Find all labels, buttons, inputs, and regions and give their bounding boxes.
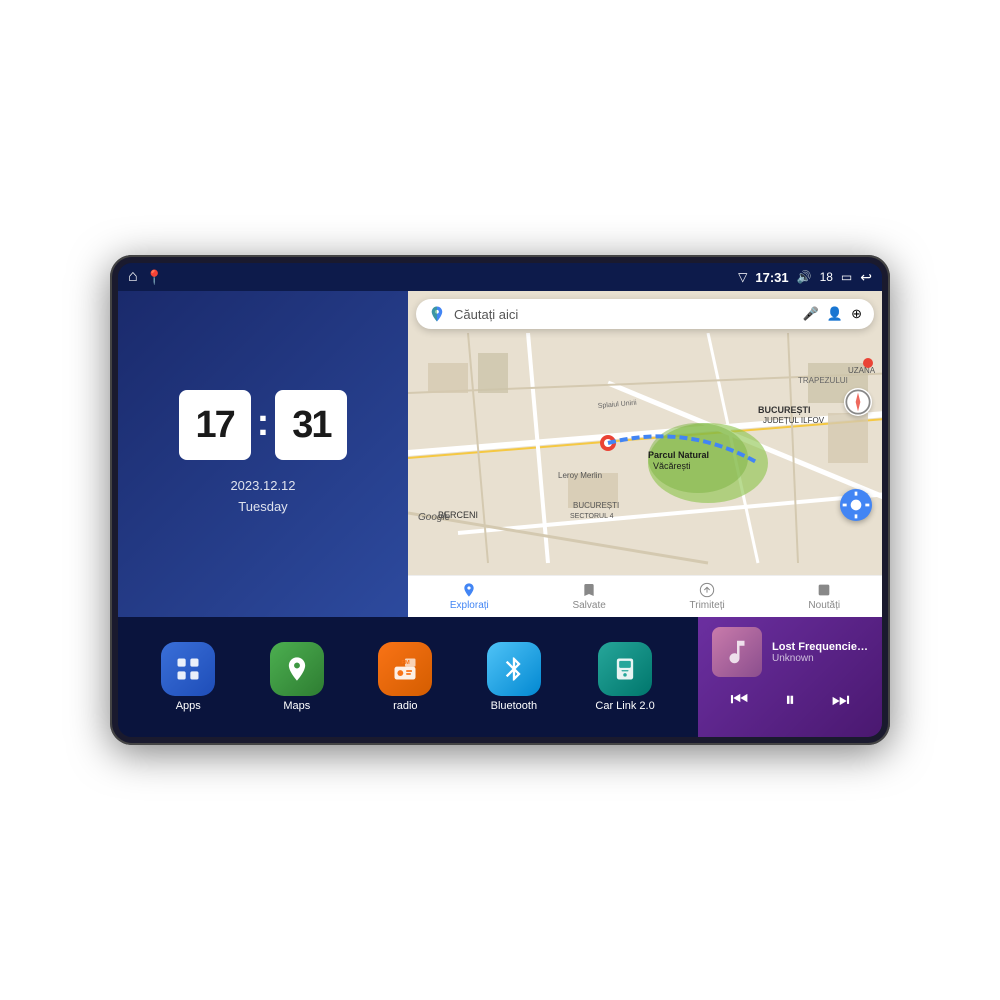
music-controls: ⏮ ⏸ ⏭ xyxy=(712,685,868,716)
svg-text:Leroy Merlin: Leroy Merlin xyxy=(558,471,602,480)
map-area[interactable]: Parcul Natural Văcărești Leroy Merlin BU… xyxy=(408,333,882,573)
status-bar-right: ▽ 17:31 🔊 18 ▭ ↩ xyxy=(738,269,872,286)
radio-icon: FM xyxy=(391,655,419,683)
svg-text:SECTORUL 4: SECTORUL 4 xyxy=(570,513,614,520)
app-icon-maps[interactable]: Maps xyxy=(270,642,324,712)
clock-hour: 17 xyxy=(179,390,251,460)
volume-icon: 🔊 xyxy=(797,270,812,284)
carlink-icon xyxy=(611,655,639,683)
prev-button[interactable]: ⏮ xyxy=(726,685,752,716)
clock-minute: 31 xyxy=(275,390,347,460)
svg-text:FM: FM xyxy=(402,660,411,666)
maps-shortcut-icon[interactable]: 📍 xyxy=(146,269,163,286)
music-title: Lost Frequencies_Janieck Devy-... xyxy=(772,641,868,653)
svg-text:Parcul Natural: Parcul Natural xyxy=(648,450,709,460)
radio-label: radio xyxy=(393,700,417,712)
google-maps-icon xyxy=(428,305,446,323)
device-screen: ⌂ 📍 ▽ 17:31 🔊 18 ▭ ↩ 17 : xyxy=(118,263,882,737)
apps-label: Apps xyxy=(176,700,201,712)
app-icon-apps[interactable]: Apps xyxy=(161,642,215,712)
music-panel: Lost Frequencies_Janieck Devy-... Unknow… xyxy=(698,617,882,737)
status-bar-left: ⌂ 📍 xyxy=(128,268,163,286)
bluetooth-label: Bluetooth xyxy=(491,700,537,712)
map-nav-news-label: Noutăți xyxy=(808,600,840,611)
map-nav-saved[interactable]: Salvate xyxy=(572,582,605,611)
top-section: 17 : 31 2023.12.12 Tuesday xyxy=(118,291,882,617)
account-icon[interactable]: 👤 xyxy=(827,306,843,322)
svg-text:BUCUREȘTI: BUCUREȘTI xyxy=(573,501,619,510)
weekday-value: Tuesday xyxy=(230,497,295,518)
date-value: 2023.12.12 xyxy=(230,476,295,497)
next-button[interactable]: ⏭ xyxy=(828,685,854,716)
map-nav-news[interactable]: Noutăți xyxy=(808,582,840,611)
music-album-art xyxy=(712,627,762,677)
svg-text:TRAPEZULUI: TRAPEZULUI xyxy=(798,376,848,385)
mic-icon[interactable]: 🎤 xyxy=(803,306,819,322)
svg-text:Văcărești: Văcărești xyxy=(653,461,691,471)
signal-icon: ▽ xyxy=(738,270,747,284)
map-nav-explore[interactable]: Explorați xyxy=(450,582,489,611)
carlink-label: Car Link 2.0 xyxy=(595,700,654,712)
battery-level: 18 xyxy=(820,270,833,284)
play-pause-button[interactable]: ⏸ xyxy=(781,685,799,716)
car-unit-device: ⌂ 📍 ▽ 17:31 🔊 18 ▭ ↩ 17 : xyxy=(110,255,890,745)
main-content: 17 : 31 2023.12.12 Tuesday xyxy=(118,291,882,737)
back-icon[interactable]: ↩ xyxy=(860,269,872,286)
battery-icon: ▭ xyxy=(841,270,852,284)
bottom-section: Apps Maps xyxy=(118,617,882,737)
music-text: Lost Frequencies_Janieck Devy-... Unknow… xyxy=(772,641,868,664)
map-search-bar[interactable]: Căutați aici 🎤 👤 ⊕ xyxy=(416,299,874,329)
app-icon-carlink[interactable]: Car Link 2.0 xyxy=(595,642,654,712)
layers-icon[interactable]: ⊕ xyxy=(851,306,862,322)
status-time: 17:31 xyxy=(755,270,788,285)
map-search-icons: 🎤 👤 ⊕ xyxy=(803,306,862,322)
map-nav-saved-label: Salvate xyxy=(572,600,605,611)
map-bottom-nav: Explorați Salvate Trimiteți Noutăți xyxy=(408,575,882,617)
map-search-input[interactable]: Căutați aici xyxy=(454,307,795,322)
maps-label: Maps xyxy=(283,700,310,712)
map-panel[interactable]: Căutați aici 🎤 👤 ⊕ xyxy=(408,291,882,617)
date-info: 2023.12.12 Tuesday xyxy=(230,476,295,518)
svg-text:JUDEȚUL ILFOV: JUDEȚUL ILFOV xyxy=(763,416,825,425)
bluetooth-icon xyxy=(500,655,528,683)
music-artist: Unknown xyxy=(772,653,868,664)
music-track-info: Lost Frequencies_Janieck Devy-... Unknow… xyxy=(712,627,868,677)
app-icon-bluetooth[interactable]: Bluetooth xyxy=(487,642,541,712)
google-logo: Google xyxy=(418,512,450,523)
clock-colon: : xyxy=(257,402,270,445)
map-svg: Parcul Natural Văcărești Leroy Merlin BU… xyxy=(408,333,882,573)
map-nav-explore-label: Explorați xyxy=(450,600,489,611)
map-location-fab[interactable] xyxy=(840,489,872,521)
clock-panel: 17 : 31 2023.12.12 Tuesday xyxy=(118,291,408,617)
apps-panel: Apps Maps xyxy=(118,617,698,737)
map-nav-send[interactable]: Trimiteți xyxy=(690,582,725,611)
maps-pin-icon xyxy=(283,655,311,683)
home-icon[interactable]: ⌂ xyxy=(128,268,138,286)
apps-grid-icon xyxy=(174,655,202,683)
clock-display: 17 : 31 xyxy=(179,390,348,460)
status-bar: ⌂ 📍 ▽ 17:31 🔊 18 ▭ ↩ xyxy=(118,263,882,291)
app-icon-radio[interactable]: FM radio xyxy=(378,642,432,712)
map-compass-button[interactable] xyxy=(844,388,872,416)
svg-text:BUCUREȘTI: BUCUREȘTI xyxy=(758,405,811,415)
svg-text:UZANA: UZANA xyxy=(848,366,876,375)
map-nav-send-label: Trimiteți xyxy=(690,600,725,611)
